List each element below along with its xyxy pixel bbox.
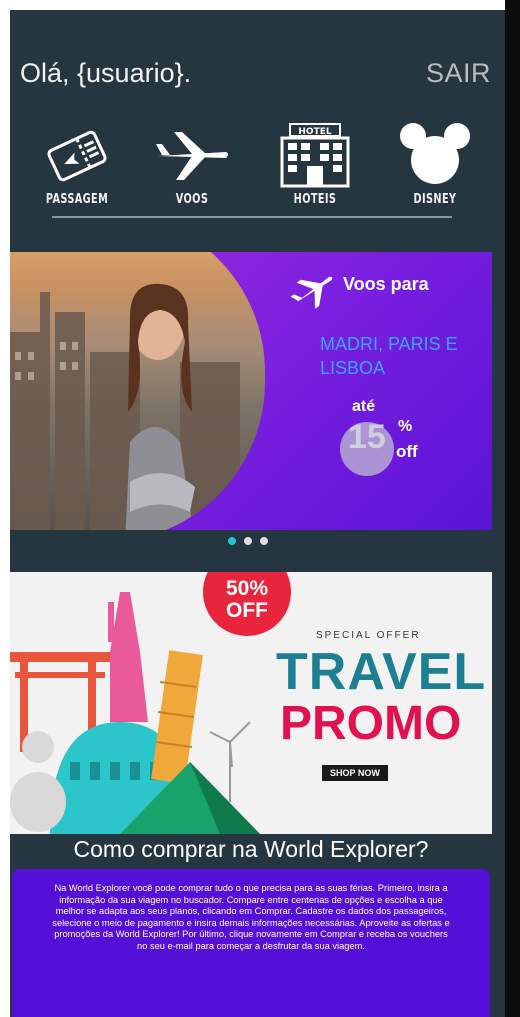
category-hoteis[interactable]: HOTEL HOTEIS bbox=[270, 122, 360, 214]
how-to-text: Na World Explorer você pode comprar tudo… bbox=[52, 883, 450, 951]
header-divider bbox=[52, 216, 452, 218]
screen-edge bbox=[505, 0, 520, 1017]
how-to-box: Na World Explorer você pode comprar tudo… bbox=[12, 869, 490, 1017]
woman-city-photo bbox=[10, 252, 265, 530]
category-disney[interactable]: DISNEY bbox=[390, 122, 480, 214]
category-voos[interactable]: VOOS bbox=[147, 122, 237, 214]
discount-percent: % bbox=[398, 418, 413, 435]
carousel-dot-2[interactable] bbox=[244, 537, 252, 545]
special-offer-text: SPECIAL OFFER bbox=[316, 630, 421, 641]
carousel-dot-1[interactable] bbox=[228, 537, 236, 545]
hotel-icon: HOTEL bbox=[280, 123, 350, 188]
airplane-icon bbox=[290, 276, 333, 309]
category-label: PASSAGEM bbox=[45, 192, 109, 207]
promo-title-promo: PROMO bbox=[280, 697, 462, 750]
logout-button[interactable]: SAIR bbox=[426, 58, 491, 89]
shop-now-button[interactable]: SHOP NOW bbox=[322, 765, 388, 781]
discount-value: 15 bbox=[348, 418, 386, 456]
airplane-icon bbox=[156, 132, 228, 180]
discount-suffix: off bbox=[396, 442, 418, 461]
hotel-sign-text: HOTEL bbox=[298, 127, 331, 137]
greeting-text: Olá, {usuario}. bbox=[20, 58, 192, 88]
category-bar: PASSAGEM VOOS HOTEL HOTEIS DISNEY bbox=[10, 122, 505, 214]
mickey-icon bbox=[400, 123, 470, 184]
discount-prefix: até bbox=[352, 398, 376, 415]
carousel-dot-3[interactable] bbox=[260, 537, 268, 545]
how-to-title: Como comprar na World Explorer? bbox=[73, 836, 429, 862]
ticket-icon bbox=[47, 130, 107, 182]
category-passagem[interactable]: PASSAGEM bbox=[32, 122, 122, 214]
carousel-dots bbox=[228, 537, 278, 547]
app-screen: Olá, {usuario}. SAIR PASSAGEM VOOS HOTEL… bbox=[10, 10, 505, 1017]
travel-promo-banner[interactable]: 50% OFF SPECIAL OFFER TRAVEL PROMO SHOP … bbox=[10, 572, 492, 834]
badge-line-2: OFF bbox=[226, 599, 268, 622]
category-label: DISNEY bbox=[413, 192, 457, 207]
carousel-banner[interactable]: Voos para MADRI, PARIS E LISBOA até 15 %… bbox=[10, 252, 492, 530]
category-label: VOOS bbox=[175, 192, 209, 207]
category-label: HOTEIS bbox=[293, 192, 337, 207]
banner-title: Voos para bbox=[343, 274, 429, 294]
banner-destinations: MADRI, PARIS E LISBOA bbox=[320, 334, 458, 378]
badge-line-1: 50% bbox=[225, 577, 269, 600]
promo-title-travel: TRAVEL bbox=[276, 643, 487, 701]
